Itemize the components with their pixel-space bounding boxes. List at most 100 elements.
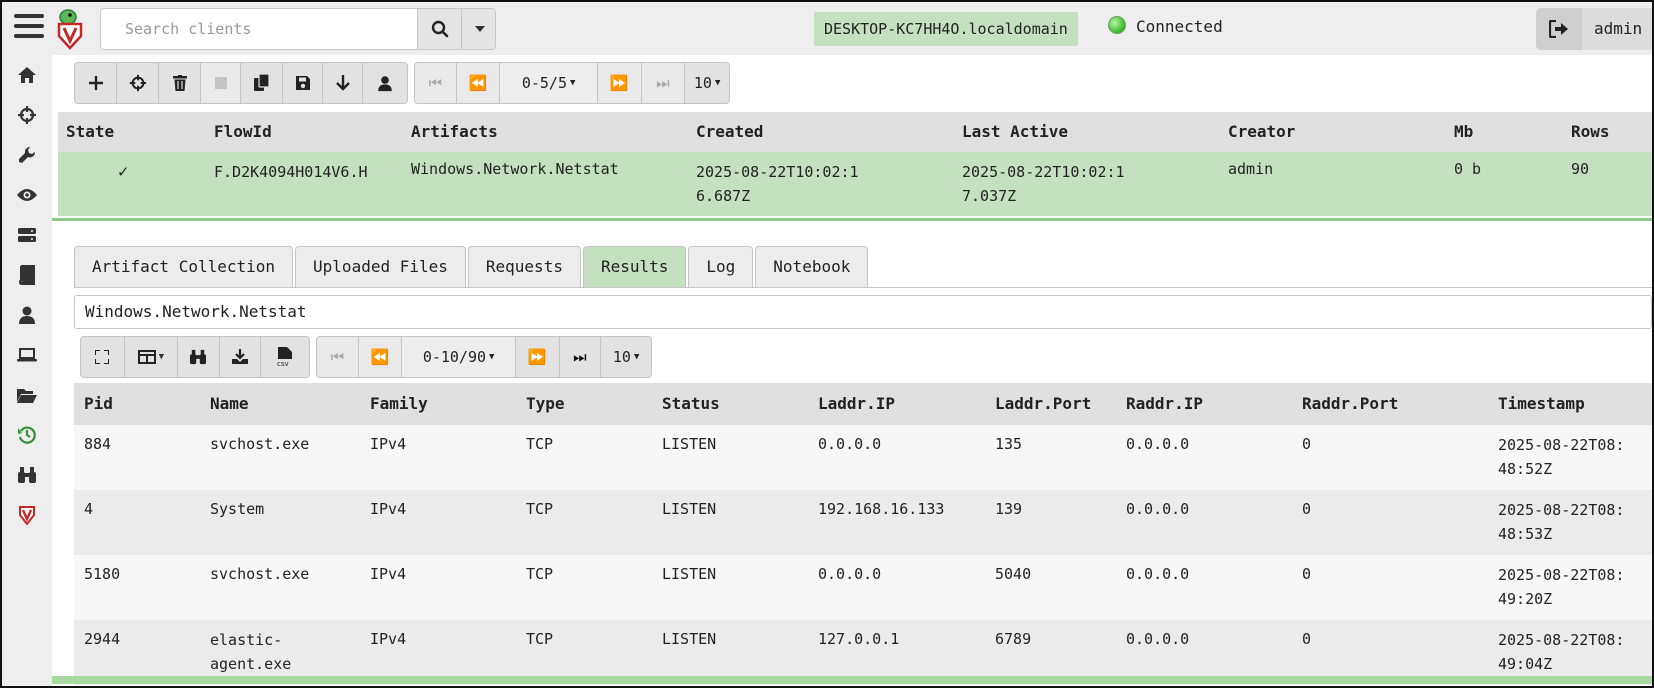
cell-laddr-ip: 127.0.0.1 — [818, 630, 900, 648]
search-button[interactable] — [417, 9, 461, 49]
sidebar-item-hunts[interactable] — [2, 455, 52, 495]
column-header-family[interactable]: Family — [370, 394, 428, 413]
search-input[interactable] — [101, 9, 417, 49]
fast-forward-icon: ⏩ — [527, 348, 547, 366]
app-window: DESKTOP-KC7HH4O.localdomain Connected ad… — [0, 0, 1654, 688]
sidebar-item-about[interactable] — [2, 495, 52, 535]
table-row[interactable]: 5180 svchost.exe IPv4 TCP LISTEN 0.0.0.0… — [74, 555, 1652, 620]
user-icon — [378, 75, 392, 91]
table-row[interactable]: 4 System IPv4 TCP LISTEN 192.168.16.133 … — [74, 490, 1652, 555]
pane-split-handle[interactable] — [52, 218, 1652, 221]
tab-log[interactable]: Log — [688, 246, 754, 288]
page-range-dropdown[interactable]: 0-5/5 ▼ — [500, 63, 598, 103]
horizontal-scrollbar[interactable] — [52, 676, 1652, 684]
column-header-last-active[interactable]: Last Active — [962, 122, 1068, 141]
velociraptor-logo-icon[interactable] — [54, 8, 88, 50]
column-header-type[interactable]: Type — [526, 394, 565, 413]
results-previous-page-button[interactable]: ⏪ — [358, 337, 403, 377]
cell-raddr-port: 0 — [1302, 500, 1312, 518]
client-hostname-badge[interactable]: DESKTOP-KC7HH4O.localdomain — [814, 12, 1078, 46]
wrench-icon — [19, 146, 36, 163]
table-row[interactable]: 884 svchost.exe IPv4 TCP LISTEN 0.0.0.0 … — [74, 425, 1652, 490]
column-selector-button[interactable]: ▼ — [124, 337, 179, 377]
cell-laddr-ip: 0.0.0.0 — [818, 435, 882, 453]
results-next-page-button[interactable]: ⏩ — [515, 337, 560, 377]
fast-forward-icon: ⏩ — [609, 74, 629, 92]
fullscreen-button[interactable] — [81, 337, 125, 377]
column-header-status[interactable]: Status — [662, 394, 720, 413]
sidebar-item-home[interactable] — [2, 55, 52, 95]
filter-results-button[interactable] — [178, 337, 220, 377]
results-table-header: Pid Name Family Type Status Laddr.IP Lad… — [74, 383, 1652, 425]
sidebar-item-notebooks[interactable] — [2, 255, 52, 295]
first-page-icon: ⏮ — [330, 348, 345, 366]
column-header-created[interactable]: Created — [696, 122, 763, 141]
connection-status-icon — [1108, 16, 1126, 34]
hunt-flow-button[interactable] — [117, 63, 159, 103]
hamburger-menu-icon[interactable] — [14, 14, 44, 42]
results-page-range-dropdown[interactable]: 0-10/90 ▼ — [402, 337, 516, 377]
next-page-button[interactable]: ⏩ — [597, 63, 642, 103]
sidebar-item-events[interactable] — [2, 175, 52, 215]
caret-down-icon: ▼ — [570, 78, 576, 88]
flow-creator-button[interactable] — [363, 63, 407, 103]
client-search — [100, 8, 496, 50]
new-collection-button[interactable] — [75, 63, 117, 103]
cell-laddr-ip: 192.168.16.133 — [818, 500, 945, 518]
tab-artifact-collection[interactable]: Artifact Collection — [74, 246, 294, 288]
column-header-pid[interactable]: Pid — [84, 394, 113, 413]
cell-status: LISTEN — [662, 435, 717, 453]
flow-mb: 0 b — [1454, 160, 1482, 178]
column-header-creator[interactable]: Creator — [1228, 122, 1295, 141]
binoculars-icon — [190, 349, 207, 365]
sidebar-item-flows[interactable] — [2, 415, 52, 455]
column-header-timestamp[interactable]: Timestamp — [1498, 394, 1585, 413]
download-json-button[interactable] — [219, 337, 262, 377]
last-page-button[interactable]: ⏭ — [641, 63, 686, 103]
column-header-raddr-port[interactable]: Raddr.Port — [1302, 394, 1398, 413]
results-last-page-button[interactable]: ⏭ — [559, 337, 602, 377]
flow-last-active: 2025-08-22T10:02:17.037Z — [962, 163, 1125, 205]
results-page-size-dropdown[interactable]: 10 ▼ — [601, 337, 651, 377]
tab-requests[interactable]: Requests — [467, 246, 581, 288]
cell-type: TCP — [526, 435, 554, 453]
sidebar-item-clients[interactable] — [2, 335, 52, 375]
sidebar-item-vfs[interactable] — [2, 375, 52, 415]
column-header-mb[interactable]: Mb — [1454, 122, 1473, 141]
cell-name: elastic-agent.exe — [210, 631, 292, 673]
flows-pagination: ⏮ ⏪ 0-5/5 ▼ ⏩ ⏭ 10 ▼ — [414, 62, 730, 104]
column-header-laddr-port[interactable]: Laddr.Port — [995, 394, 1091, 413]
sidebar-item-artifacts[interactable] — [2, 135, 52, 175]
column-header-flowid[interactable]: FlowId — [214, 122, 272, 141]
sidebar-item-server[interactable] — [2, 215, 52, 255]
cell-status: LISTEN — [662, 500, 717, 518]
column-header-laddr-ip[interactable]: Laddr.IP — [818, 394, 895, 413]
column-header-state[interactable]: State — [66, 122, 114, 141]
flow-artifacts: Windows.Network.Netstat — [411, 160, 619, 178]
search-dropdown-button[interactable] — [461, 9, 495, 49]
flow-row-selected[interactable]: ✓ F.D2K4094H014V6.H Windows.Network.Nets… — [58, 152, 1652, 216]
tab-uploaded-files[interactable]: Uploaded Files — [295, 246, 466, 288]
sidebar-item-hunt[interactable] — [2, 95, 52, 135]
results-first-page-button[interactable]: ⏮ — [317, 337, 359, 377]
stop-flow-button[interactable] — [201, 63, 241, 103]
artifact-selector[interactable]: Windows.Network.Netstat — [74, 295, 1652, 329]
download-flow-button[interactable] — [323, 63, 363, 103]
download-csv-button[interactable]: csv — [261, 337, 309, 377]
first-page-button[interactable]: ⏮ — [415, 63, 457, 103]
flows-toolbar — [74, 62, 408, 104]
save-flow-button[interactable] — [283, 63, 323, 103]
copy-flow-button[interactable] — [241, 63, 283, 103]
delete-flow-button[interactable] — [159, 63, 201, 103]
username-label[interactable]: admin — [1594, 19, 1642, 38]
sidebar-item-users[interactable] — [2, 295, 52, 335]
column-header-artifacts[interactable]: Artifacts — [411, 122, 498, 141]
column-header-name[interactable]: Name — [210, 394, 249, 413]
column-header-raddr-ip[interactable]: Raddr.IP — [1126, 394, 1203, 413]
previous-page-button[interactable]: ⏪ — [456, 63, 501, 103]
logout-button[interactable] — [1536, 8, 1582, 50]
column-header-rows[interactable]: Rows — [1571, 122, 1610, 141]
tab-notebook[interactable]: Notebook — [755, 246, 869, 288]
tab-results[interactable]: Results — [582, 246, 687, 288]
page-size-dropdown[interactable]: 10 ▼ — [685, 63, 729, 103]
